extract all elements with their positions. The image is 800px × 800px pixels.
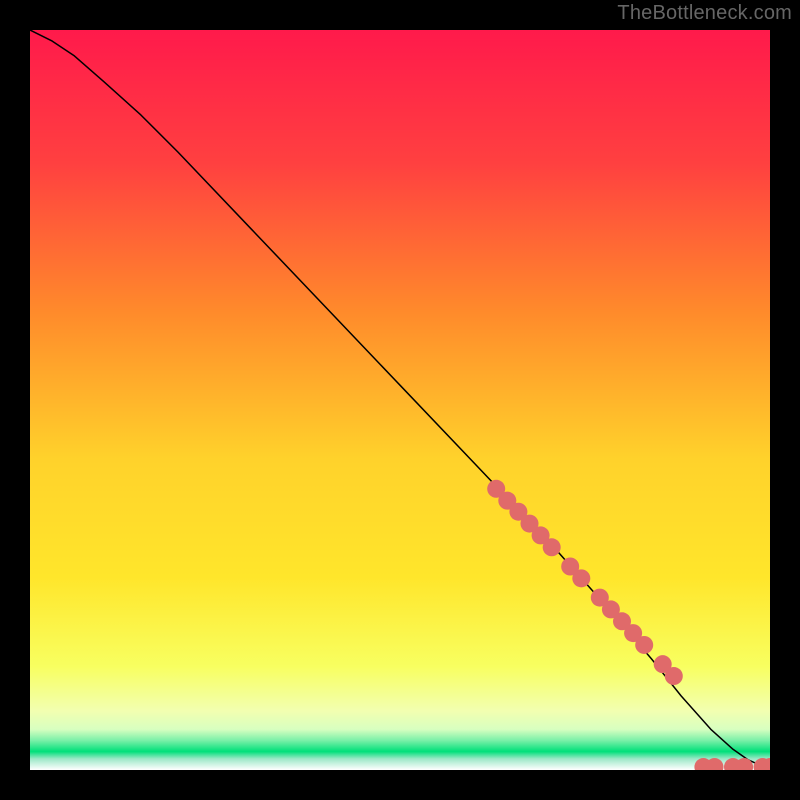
chart-container: TheBottleneck.com — [0, 0, 800, 800]
data-marker — [572, 569, 590, 587]
data-marker — [543, 538, 561, 556]
data-marker — [665, 667, 683, 685]
data-marker — [635, 636, 653, 654]
watermark-text: TheBottleneck.com — [617, 2, 792, 25]
bottleneck-chart — [30, 30, 770, 770]
